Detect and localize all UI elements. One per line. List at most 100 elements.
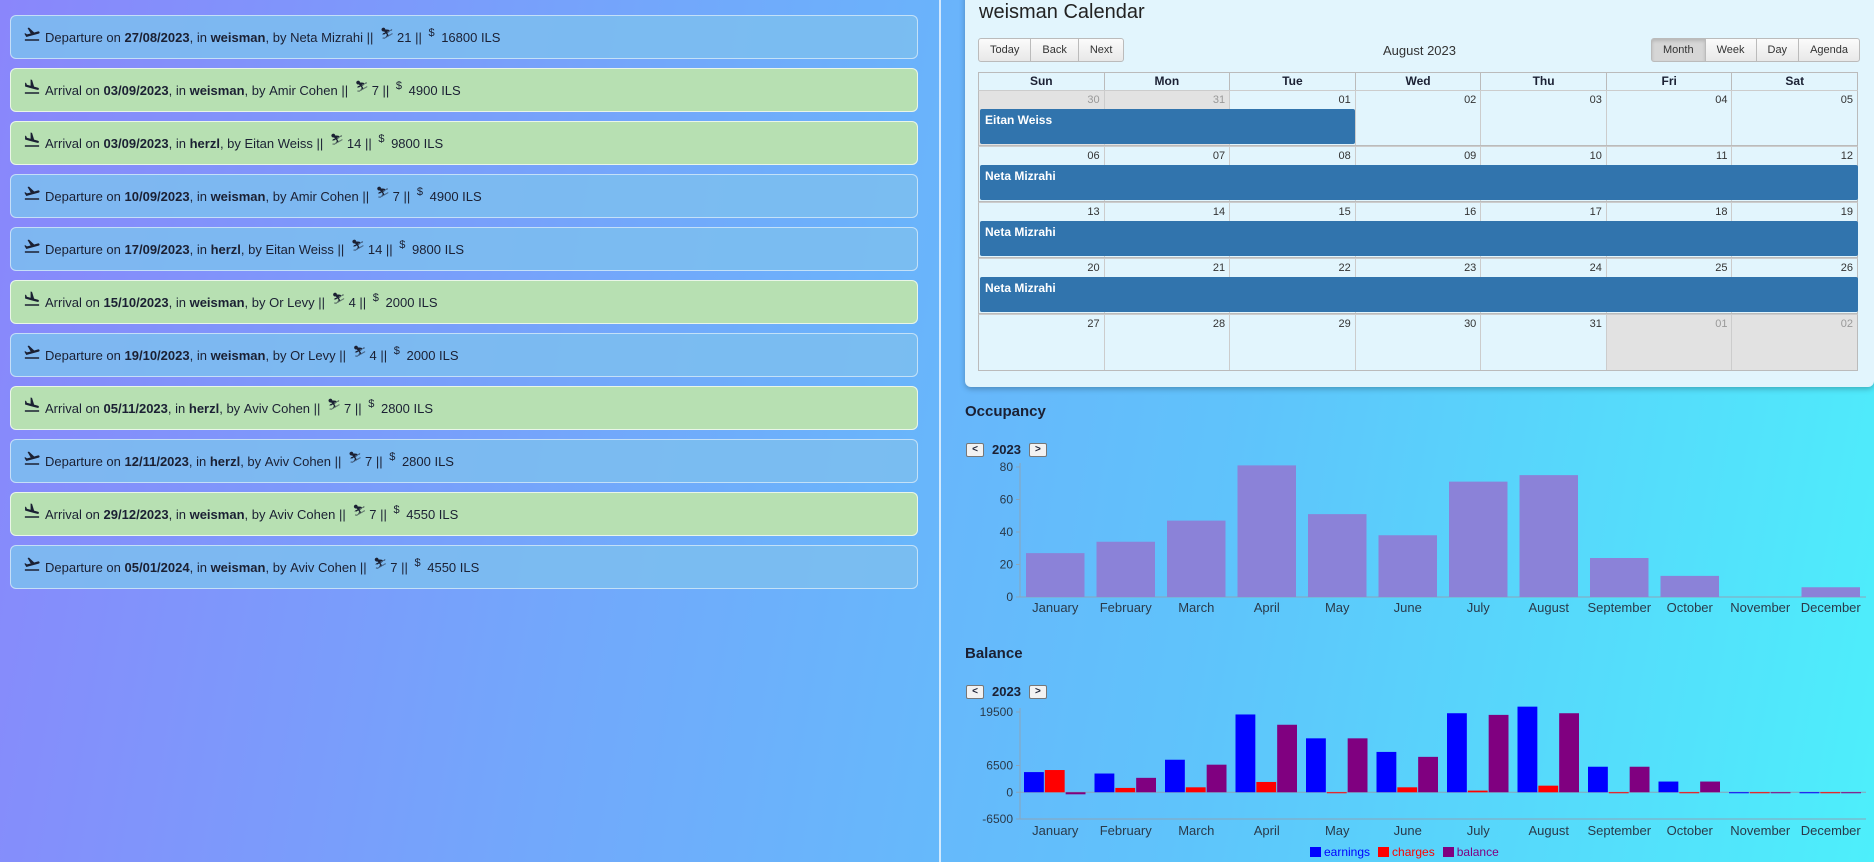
trip-type: Arrival on [45,400,100,416]
calendar-day-number[interactable]: 01 [1338,94,1350,106]
occupancy-chart: 0 20 40 60 80 January February March April May Jun… [1000,460,1866,615]
calendar-day-cell[interactable]: 02 [1354,91,1481,145]
calendar-day-number[interactable]: 29 [1338,318,1350,330]
calendar-day-number[interactable]: 07 [1213,150,1225,162]
calendar-day-number[interactable]: 19 [1841,206,1853,218]
trip-separator: || [358,188,373,204]
x-tick-label: May [1325,823,1350,838]
trip-type: Departure on [45,29,121,45]
calendar-day-cell[interactable]: 01 [1605,315,1732,370]
trip-in-label: , in [168,294,190,310]
departure-trip-item[interactable]: Departure on 27/08/2023, in weisman, by … [10,15,918,59]
view-week-button[interactable]: Week [1704,38,1757,62]
calendar-day-number[interactable]: 04 [1715,94,1727,106]
calendar-day-number[interactable]: 31 [1590,318,1602,330]
calendar-day-number[interactable]: 01 [1715,318,1727,330]
departure-trip-item[interactable]: Departure on 17/09/2023, in herzl, by Ei… [10,227,918,271]
y-tick-label: 40 [1000,525,1014,539]
calendar-day-number[interactable]: 26 [1841,262,1853,274]
occupancy-bar [1237,465,1296,597]
trip-date: 15/10/2023 [103,294,169,310]
departure-trip-item[interactable]: Departure on 05/01/2024, in weisman, by … [10,545,918,589]
calendar-day-cell[interactable]: 28 [1103,315,1230,370]
calendar-day-number[interactable]: 13 [1087,206,1099,218]
calendar-day-cell[interactable]: 31 [1480,315,1606,370]
dollar-icon: $ [393,345,400,357]
calendar-day-cell[interactable]: 03 [1480,91,1606,145]
trip-separator: || [372,453,387,469]
balance-prev-year-button[interactable]: < [966,684,984,699]
calendar-event[interactable]: Neta Mizrahi [980,165,1858,200]
arrival-trip-item[interactable]: Arrival on 03/09/2023, in weisman, by Am… [10,68,918,112]
calendar-day-number[interactable]: 15 [1338,206,1350,218]
balance-bar [1841,792,1861,794]
view-agenda-button[interactable]: Agenda [1798,38,1860,62]
calendar-day-number[interactable]: 14 [1213,206,1225,218]
calendar-day-number[interactable]: 21 [1213,262,1225,274]
x-tick-label: January [1032,823,1079,838]
calendar-day-number[interactable]: 20 [1087,262,1099,274]
arrival-trip-item[interactable]: Arrival on 05/11/2023, in herzl, by Aviv… [10,386,918,430]
calendar-day-number[interactable]: 02 [1841,318,1853,330]
plane-arrival-icon [24,397,40,412]
calendar-day-number[interactable]: 25 [1715,262,1727,274]
departure-trip-item[interactable]: Departure on 19/10/2023, in weisman, by … [10,333,918,377]
calendar-day-cell[interactable]: 04 [1605,91,1732,145]
calendar-day-number[interactable]: 30 [1464,318,1476,330]
view-month-button[interactable]: Month [1651,38,1706,62]
legend-label: earnings [1324,845,1371,859]
guests-icon: ⛷ [348,451,362,464]
charges-bar [1115,787,1136,793]
trip-type: Arrival on [45,294,100,310]
arrival-trip-item[interactable]: Arrival on 15/10/2023, in weisman, by Or… [10,280,918,324]
x-tick-label: January [1032,600,1079,615]
calendar-day-number[interactable]: 03 [1590,94,1602,106]
calendar-event[interactable]: Neta Mizrahi [980,277,1858,312]
x-tick-label: November [1730,823,1791,838]
trip-price: 2800 ILS [401,453,454,469]
weekday-header: Sun Mon Tue Wed Thu Fri Sat [978,72,1858,90]
trip-in-label: , in [189,241,211,257]
calendar-day-number[interactable]: 16 [1464,206,1476,218]
calendar-day-cell[interactable]: 29 [1229,315,1355,370]
calendar-event[interactable]: Neta Mizrahi [980,221,1858,256]
calendar-day-cell[interactable]: 30 [1354,315,1481,370]
calendar-day-number[interactable]: 24 [1590,262,1602,274]
calendar-day-cell[interactable]: 02 [1731,315,1858,370]
arrival-trip-item[interactable]: Arrival on 29/12/2023, in weisman, by Av… [10,492,918,536]
calendar-day-number[interactable]: 18 [1715,206,1727,218]
balance-next-year-button[interactable]: > [1028,684,1047,699]
calendar-day-number[interactable]: 05 [1841,94,1853,106]
calendar-day-number[interactable]: 02 [1464,94,1476,106]
trip-in-label: , in [189,29,211,45]
calendar-event[interactable]: Eitan Weiss [980,109,1356,144]
arrival-trip-item[interactable]: Arrival on 03/09/2023, in herzl, by Eita… [10,121,918,165]
calendar-day-number[interactable]: 27 [1087,318,1099,330]
calendar-day-number[interactable]: 23 [1464,262,1476,274]
calendar-day-cell[interactable]: 27 [979,315,1104,370]
calendar-day-number[interactable]: 06 [1087,150,1099,162]
departure-trip-item[interactable]: Departure on 12/11/2023, in herzl, by Av… [10,439,918,483]
calendar-day-number[interactable]: 10 [1590,150,1602,162]
view-day-button[interactable]: Day [1755,38,1800,62]
trip-date: 17/09/2023 [124,241,190,257]
calendar-day-number[interactable]: 17 [1590,206,1602,218]
calendar-day-number[interactable]: 11 [1716,150,1727,162]
calendar-day-number[interactable]: 31 [1213,94,1225,106]
calendar-day-number[interactable]: 22 [1338,262,1350,274]
y-tick-label: 0 [1006,785,1013,799]
trip-person: Or Levy [269,294,315,310]
balance-bar [1065,792,1086,795]
calendar-day-number[interactable]: 08 [1338,150,1350,162]
calendar-day-number[interactable]: 12 [1841,150,1853,162]
calendar-day-number[interactable]: 09 [1464,150,1476,162]
calendar-day-cell[interactable]: 05 [1731,91,1857,145]
charges-bar [1679,792,1700,794]
calendar-day-number[interactable]: 28 [1213,318,1225,330]
trip-date: 10/09/2023 [124,188,190,204]
dollar-icon: $ [393,504,400,516]
departure-trip-item[interactable]: Departure on 10/09/2023, in weisman, by … [10,174,918,218]
earnings-bar [1235,714,1256,793]
balance-bar [1136,777,1156,793]
calendar-day-number[interactable]: 30 [1087,94,1099,106]
